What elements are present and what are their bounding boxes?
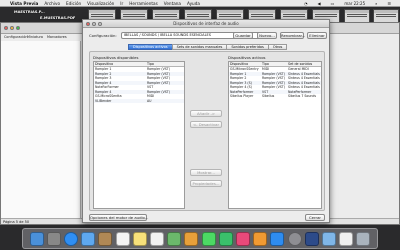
preview-tab[interactable]: Marcadores: [47, 35, 67, 39]
close-icon[interactable]: [4, 26, 8, 30]
minimize-icon: [92, 22, 96, 26]
table-cell: Sibelius 7 Sounds: [288, 94, 317, 98]
menu-extras: ◔ ◀ ▭ mar 22:25 ⌕ ☰: [300, 0, 397, 7]
delete-button[interactable]: Eliminar: [307, 32, 327, 39]
textedit-icon[interactable]: [339, 231, 354, 246]
menu-item-ir[interactable]: Ir: [120, 1, 123, 6]
show-button[interactable]: Mostrar...: [190, 169, 222, 176]
preview-tab[interactable]: Miniatura: [27, 35, 43, 39]
tab-manual-sound-sets[interactable]: Sets de sonidos manuales: [171, 44, 228, 50]
tab-preferred-sounds[interactable]: Sonidos preferidos: [226, 44, 269, 50]
close-button[interactable]: Cerrar: [305, 214, 325, 221]
dialog-tabs: Dispositivos activos Sets de sonidos man…: [128, 44, 288, 50]
column-header[interactable]: Dispositivo: [94, 62, 146, 66]
contacts-icon[interactable]: [98, 231, 113, 246]
minimize-icon[interactable]: [10, 26, 14, 30]
column-header[interactable]: Tipo: [261, 62, 287, 66]
active-devices-title: Dispositivos activos: [228, 55, 266, 60]
menu-clock[interactable]: mar 22:25: [344, 1, 365, 6]
tab-others[interactable]: Otros: [267, 44, 288, 50]
table-cell: AU: [147, 98, 152, 103]
menu-item-ventana[interactable]: Ventana: [164, 1, 181, 6]
mail-icon[interactable]: [81, 231, 96, 246]
preferences-icon[interactable]: [287, 231, 302, 246]
preview-tab[interactable]: Configuración: [4, 35, 28, 39]
table-cell: Sibelius Player: [230, 94, 254, 98]
add-device-button[interactable]: Añadir ->: [190, 110, 222, 117]
notification-center-icon[interactable]: ☰: [387, 1, 391, 6]
launchpad-icon[interactable]: [46, 231, 61, 246]
menu-item-archivo[interactable]: Archivo: [44, 1, 60, 6]
desktop-file-thumbnail[interactable]: [344, 9, 370, 23]
appstore-icon[interactable]: [270, 231, 285, 246]
sibelius-icon[interactable]: [304, 231, 319, 246]
rename-button[interactable]: Renombrar...: [280, 32, 305, 39]
finder-icon[interactable]: [29, 231, 44, 246]
audio-engine-options-button[interactable]: Opciones del motor de audio...: [89, 214, 148, 221]
config-label: Configuración:: [89, 33, 117, 38]
messages-icon[interactable]: [201, 231, 216, 246]
table-row[interactable]: VLIBender AU: [94, 98, 184, 103]
active-devices-table[interactable]: Dispositivo Tipo Set de sonidos GS.Mikro…: [228, 61, 322, 209]
new-button[interactable]: Nuevo...: [257, 32, 277, 39]
menu-item-ayuda[interactable]: Ayuda: [187, 1, 200, 6]
column-header[interactable]: Tipo: [146, 62, 184, 66]
reminders-icon[interactable]: [150, 231, 165, 246]
preview-icon[interactable]: [321, 231, 336, 246]
save-button[interactable]: Guardar: [233, 32, 253, 39]
available-devices-table[interactable]: Dispositivo Tipo Rompler 1 Rompler (VST) R…: [93, 61, 185, 209]
calendar-icon[interactable]: [115, 231, 130, 246]
column-header[interactable]: Dispositivo: [229, 62, 261, 66]
spotlight-icon[interactable]: ⌕: [375, 1, 377, 6]
menu-bar: Vista Previa Archivo Edición Visualizaci…: [0, 0, 400, 7]
trash-icon[interactable]: [356, 231, 371, 246]
properties-button[interactable]: Propiedades...: [190, 180, 222, 187]
dialog-title: Dispositivos de interfaz de audio: [83, 20, 329, 28]
table-row[interactable]: Sibelius Player Sibelius Sibelius 7 Sounds: [229, 94, 321, 99]
table-cell: VLIBender: [95, 98, 112, 103]
tab-content: Dispositivos disponibles Dispositivo Tip…: [89, 51, 325, 211]
facetime-icon[interactable]: [218, 231, 233, 246]
table-cell: Sibelius: [262, 94, 275, 98]
menu-item-edicion[interactable]: Edición: [66, 1, 81, 6]
safari-icon[interactable]: [64, 231, 79, 246]
column-header[interactable]: Set de sonidos: [287, 62, 321, 66]
tab-active-devices[interactable]: Dispositivos activos: [128, 44, 173, 50]
desktop-file-label: MAESTRIAS.P...: [14, 10, 45, 14]
menu-item-visualizacion[interactable]: Visualización: [87, 1, 114, 6]
maps-icon[interactable]: [167, 231, 182, 246]
wifi-icon[interactable]: ◔: [304, 1, 308, 6]
volume-icon[interactable]: ◀: [318, 1, 321, 6]
close-icon[interactable]: [86, 22, 90, 26]
menu-item-herramientas[interactable]: Herramientas: [129, 1, 158, 6]
ibooks-icon[interactable]: [253, 231, 268, 246]
available-devices-title: Dispositivos disponibles: [93, 55, 139, 60]
zoom-icon[interactable]: [16, 26, 20, 30]
desktop-file-thumbnail[interactable]: [373, 9, 399, 23]
notes-icon[interactable]: [132, 231, 147, 246]
photos-icon[interactable]: [184, 231, 199, 246]
zoom-icon: [98, 22, 102, 26]
preview-sidebar: [1, 41, 81, 218]
desktop-file-label: E.MUESTRAS.PDF: [40, 16, 76, 20]
battery-icon[interactable]: ▭: [331, 1, 335, 6]
itunes-icon[interactable]: [235, 231, 250, 246]
menu-app-name[interactable]: Vista Previa: [10, 1, 38, 6]
deactivate-device-button[interactable]: <- Desactivar: [190, 121, 222, 128]
audio-devices-dialog: Dispositivos de interfaz de audio Config…: [82, 19, 330, 223]
dock: [22, 228, 378, 249]
